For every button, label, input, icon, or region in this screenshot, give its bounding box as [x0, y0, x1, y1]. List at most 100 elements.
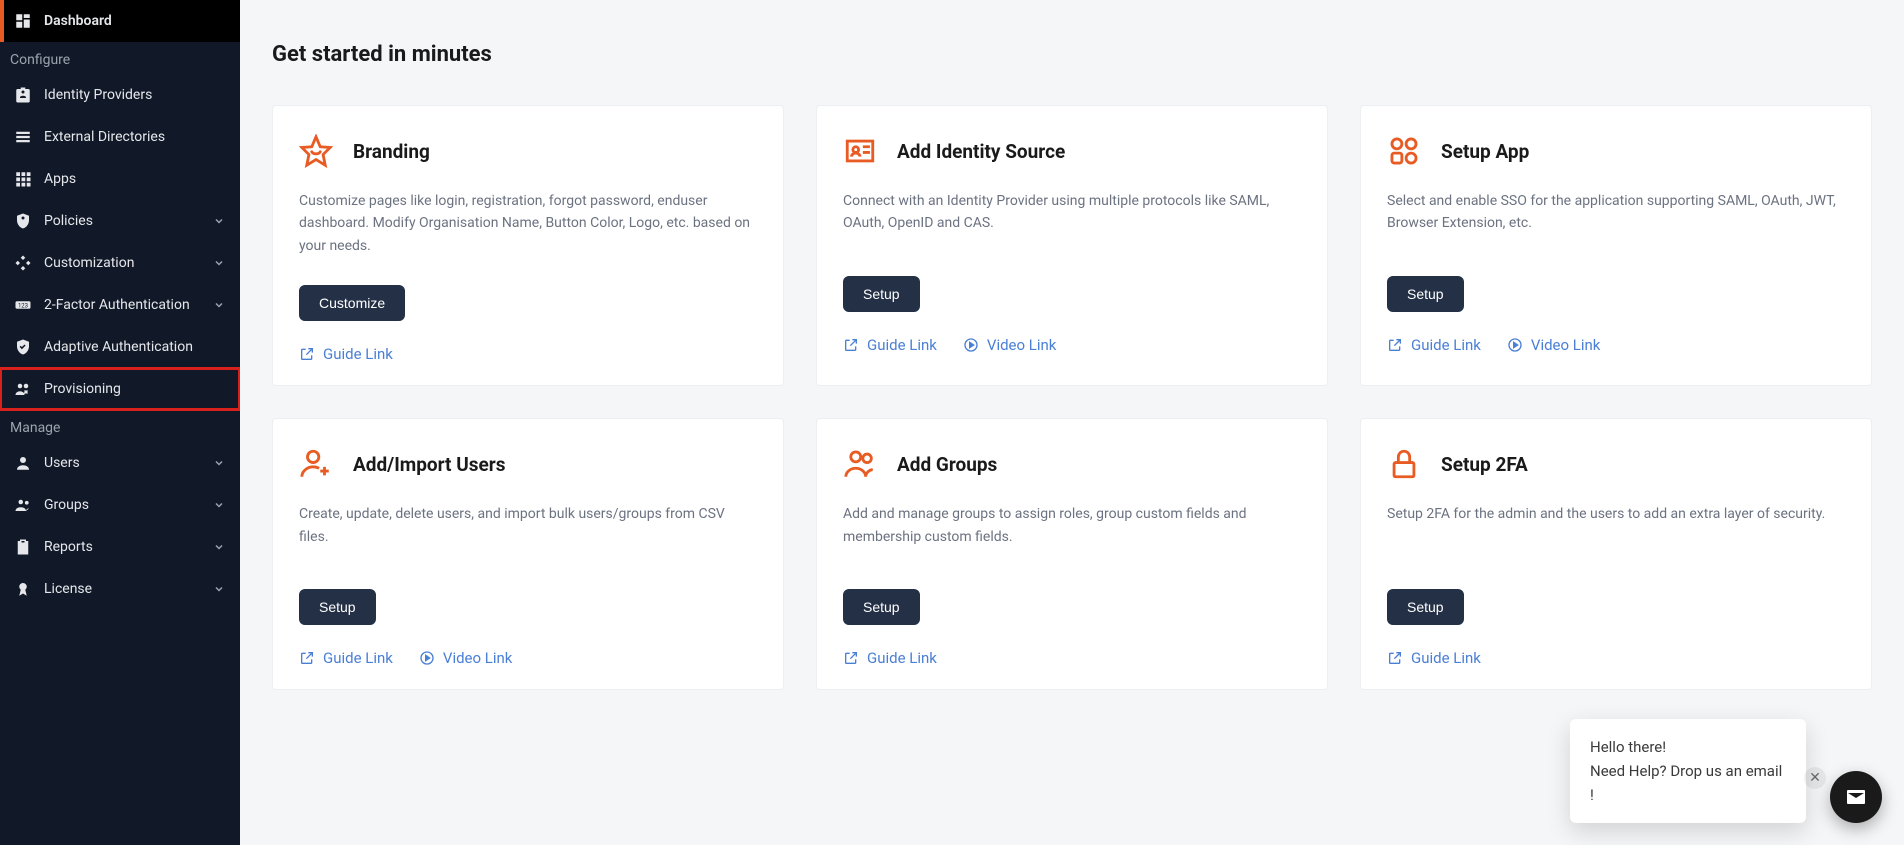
user-plus-icon [299, 447, 333, 481]
lock-icon [1387, 447, 1421, 481]
section-heading-configure: Configure [0, 42, 240, 74]
people-icon [843, 447, 877, 481]
video-link-text: Video Link [443, 649, 513, 667]
chat-popup: Hello there! Need Help? Drop us an email… [1570, 719, 1806, 823]
section-heading-manage: Manage [0, 410, 240, 442]
card-title-users: Add/Import Users [353, 453, 505, 476]
policy-icon [14, 212, 32, 230]
external-link-icon [299, 346, 315, 362]
guide-link-app[interactable]: Guide Link [1387, 336, 1481, 354]
sidebar-item-license[interactable]: License [0, 568, 240, 610]
popup-close-button[interactable]: ✕ [1804, 767, 1826, 789]
setup-button-app[interactable]: Setup [1387, 276, 1464, 312]
card-desc-app: Select and enable SSO for the applicatio… [1387, 190, 1845, 248]
chat-fab-button[interactable] [1830, 771, 1882, 823]
guide-link-text: Guide Link [867, 336, 937, 354]
card-desc-identity: Connect with an Identity Provider using … [843, 190, 1301, 248]
video-link-text: Video Link [1531, 336, 1601, 354]
play-circle-icon [419, 650, 435, 666]
sidebar-item-external-directories[interactable]: External Directories [0, 116, 240, 158]
card-desc-2fa: Setup 2FA for the admin and the users to… [1387, 503, 1845, 561]
chat-line1: Hello there! [1590, 735, 1786, 759]
guide-link-text: Guide Link [867, 649, 937, 667]
card-desc-groups: Add and manage groups to assign roles, g… [843, 503, 1301, 561]
guide-link-text: Guide Link [1411, 336, 1481, 354]
svg-text:123: 123 [18, 302, 28, 309]
chevron-down-icon [212, 498, 226, 512]
card-title-branding: Branding [353, 140, 430, 163]
rows-icon [14, 128, 32, 146]
guide-link-users[interactable]: Guide Link [299, 649, 393, 667]
sidebar-label-license: License [44, 581, 200, 597]
four-shapes-icon [1387, 134, 1421, 168]
video-link-text: Video Link [987, 336, 1057, 354]
group-icon [14, 496, 32, 514]
setup-button-2fa[interactable]: Setup [1387, 589, 1464, 625]
card-title-groups: Add Groups [897, 453, 997, 476]
id-card-icon [843, 134, 877, 168]
card-setup-app: Setup App Select and enable SSO for the … [1360, 105, 1872, 386]
guide-link-branding[interactable]: Guide Link [299, 345, 393, 363]
star-smile-icon [299, 134, 333, 168]
sidebar: Dashboard Configure Identity Providers E… [0, 0, 240, 845]
card-desc-branding: Customize pages like login, registration… [299, 190, 757, 257]
guide-link-groups[interactable]: Guide Link [843, 649, 937, 667]
card-setup-2fa: Setup 2FA Setup 2FA for the admin and th… [1360, 418, 1872, 690]
play-circle-icon [1507, 337, 1523, 353]
sidebar-label-apps: Apps [44, 171, 226, 187]
card-import-users: Add/Import Users Create, update, delete … [272, 418, 784, 690]
sidebar-label-extdir: External Directories [44, 129, 226, 145]
guide-link-2fa[interactable]: Guide Link [1387, 649, 1481, 667]
card-grid: Branding Customize pages like login, reg… [272, 105, 1872, 690]
customize-icon [14, 254, 32, 272]
card-branding: Branding Customize pages like login, reg… [272, 105, 784, 386]
card-add-groups: Add Groups Add and manage groups to assi… [816, 418, 1328, 690]
chevron-down-icon [212, 582, 226, 596]
sidebar-label-adaptive: Adaptive Authentication [44, 339, 226, 355]
card-title-2fa: Setup 2FA [1441, 453, 1528, 476]
sidebar-item-provisioning[interactable]: Provisioning [0, 368, 240, 410]
chevron-down-icon [212, 256, 226, 270]
sidebar-item-2fa[interactable]: 123 2-Factor Authentication [0, 284, 240, 326]
play-circle-icon [963, 337, 979, 353]
setup-button-identity[interactable]: Setup [843, 276, 920, 312]
card-identity-source: Add Identity Source Connect with an Iden… [816, 105, 1328, 386]
sidebar-item-policies[interactable]: Policies [0, 200, 240, 242]
sidebar-item-groups[interactable]: Groups [0, 484, 240, 526]
sidebar-item-dashboard[interactable]: Dashboard [0, 0, 240, 42]
sidebar-label-users: Users [44, 455, 200, 471]
guide-link-text: Guide Link [323, 345, 393, 363]
twofa-icon: 123 [14, 296, 32, 314]
guide-link-identity[interactable]: Guide Link [843, 336, 937, 354]
setup-button-users[interactable]: Setup [299, 589, 376, 625]
chevron-down-icon [212, 298, 226, 312]
chevron-down-icon [212, 456, 226, 470]
video-link-users[interactable]: Video Link [419, 649, 513, 667]
chevron-down-icon [212, 214, 226, 228]
video-link-identity[interactable]: Video Link [963, 336, 1057, 354]
sidebar-label-provisioning: Provisioning [44, 381, 226, 397]
sidebar-item-adaptive-auth[interactable]: Adaptive Authentication [0, 326, 240, 368]
provisioning-icon [14, 380, 32, 398]
sidebar-item-customization[interactable]: Customization [0, 242, 240, 284]
chat-line2: Need Help? Drop us an email ! [1590, 759, 1786, 807]
grid-icon [14, 170, 32, 188]
badge-icon [14, 86, 32, 104]
dashboard-icon [14, 12, 32, 30]
external-link-icon [1387, 337, 1403, 353]
sidebar-item-reports[interactable]: Reports [0, 526, 240, 568]
sidebar-label-customization: Customization [44, 255, 200, 271]
card-desc-users: Create, update, delete users, and import… [299, 503, 757, 561]
sidebar-item-identity-providers[interactable]: Identity Providers [0, 74, 240, 116]
video-link-app[interactable]: Video Link [1507, 336, 1601, 354]
sidebar-label-policies: Policies [44, 213, 200, 229]
mail-icon [1844, 785, 1868, 809]
external-link-icon [299, 650, 315, 666]
customize-button[interactable]: Customize [299, 285, 405, 321]
sidebar-item-apps[interactable]: Apps [0, 158, 240, 200]
sidebar-label-dashboard: Dashboard [44, 13, 226, 29]
sidebar-item-users[interactable]: Users [0, 442, 240, 484]
setup-button-groups[interactable]: Setup [843, 589, 920, 625]
external-link-icon [843, 337, 859, 353]
shield-check-icon [14, 338, 32, 356]
